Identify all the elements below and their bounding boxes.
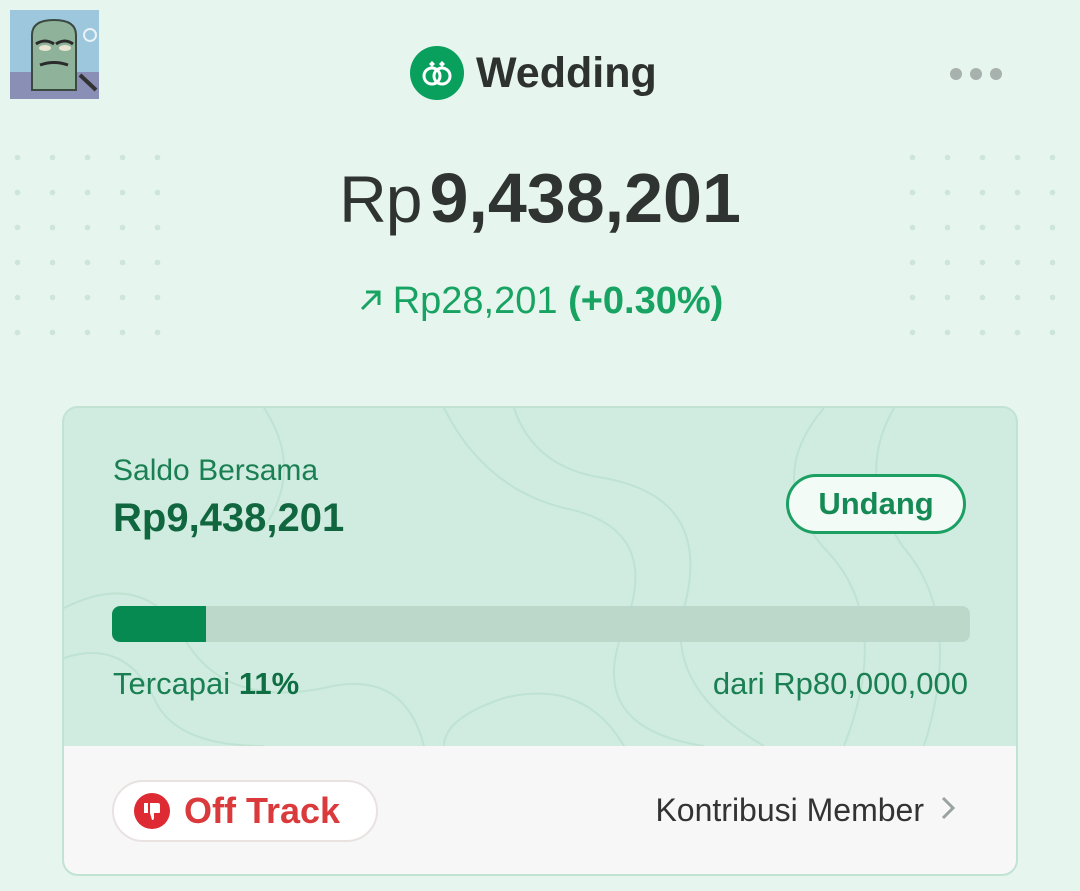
invite-button[interactable]: Undang [786, 474, 966, 534]
status-label: Off Track [184, 790, 341, 831]
card-footer: Off Track Kontribusi Member [64, 746, 1016, 874]
change-amount: Rp28,201 [392, 280, 558, 322]
balance-currency: Rp [339, 162, 422, 236]
total-balance: Rp 9,438,201 [0, 158, 1080, 238]
arrow-up-right-icon [357, 281, 385, 324]
contribution-link[interactable]: Kontribusi Member [655, 792, 956, 829]
status-badge[interactable]: Off Track [112, 780, 378, 842]
title-group: Wedding [410, 46, 657, 100]
progress-fill [112, 606, 207, 642]
balance-change: Rp28,201 (+0.30%) [0, 280, 1080, 324]
chevron-right-icon [940, 792, 956, 829]
thumbs-down-icon [134, 793, 170, 829]
contribution-label: Kontribusi Member [655, 792, 924, 828]
saldo-label: Saldo Bersama [113, 454, 319, 487]
reached-text: Tercapai 11% [113, 666, 299, 702]
target-amount: dari Rp80,000,000 [712, 666, 968, 701]
more-horizontal-icon[interactable] [950, 64, 1020, 84]
rings-icon [410, 46, 464, 100]
page-title: Wedding [476, 48, 657, 97]
goal-card: Saldo Bersama Rp9,438,201 Undang Tercapa… [62, 406, 1018, 876]
reached-label: Tercapai [113, 666, 231, 701]
card-summary: Saldo Bersama Rp9,438,201 Undang Tercapa… [64, 408, 1016, 746]
reached-value: 11% [238, 666, 300, 701]
balance-amount: 9,438,201 [429, 159, 741, 237]
saldo-amount: Rp9,438,201 [113, 496, 345, 540]
goal-progress-bar [112, 606, 970, 642]
header: Wedding [0, 44, 1080, 104]
change-percent: (+0.30%) [568, 280, 724, 322]
